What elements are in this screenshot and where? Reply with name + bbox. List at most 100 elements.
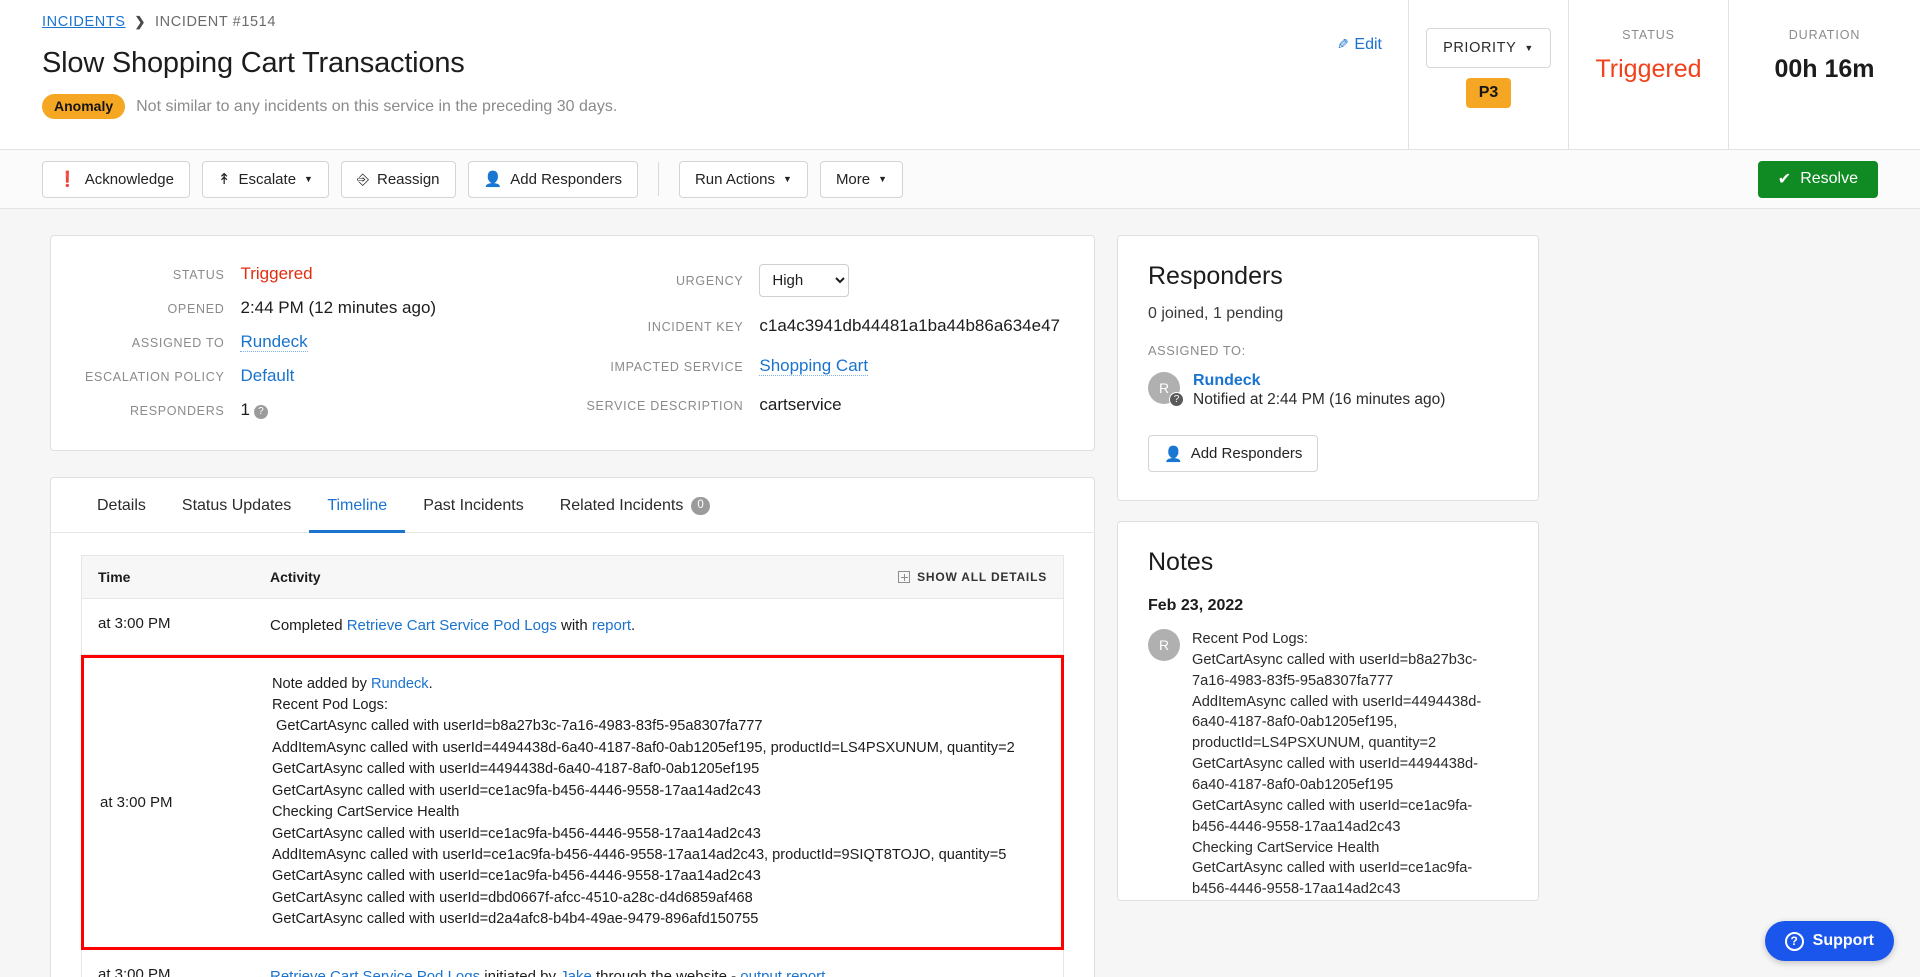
- tab-timeline[interactable]: Timeline: [309, 478, 406, 533]
- duration-cell: DURATION 00h 16m: [1728, 0, 1920, 149]
- priority-cell: PRIORITY ▼ P3: [1408, 0, 1568, 149]
- tab-related-incidents[interactable]: Related Incidents 0: [542, 478, 728, 533]
- timeline-row-activity: Note added by Rundeck. Recent Pod Logs: G…: [272, 674, 1045, 931]
- detail-value: Default: [240, 366, 586, 386]
- sidebar-column: Responders 0 joined, 1 pending ASSIGNED …: [1117, 235, 1539, 977]
- page-header: INCIDENTS ❯ INCIDENT #1514 Slow Shopping…: [0, 0, 1920, 150]
- user-plus-icon: 👤: [1164, 445, 1183, 463]
- activity-link[interactable]: report: [592, 617, 631, 634]
- notes-date: Feb 23, 2022: [1148, 597, 1244, 614]
- detail-value: c1a4c3941db44481a1ba44b86a634e47: [759, 316, 1060, 336]
- log-line: Checking CartService Health: [272, 804, 460, 821]
- priority-label: PRIORITY: [1443, 40, 1517, 56]
- activity-link[interactable]: Retrieve Cart Service Pod Logs: [347, 617, 557, 634]
- activity-text: through the website -: [591, 967, 741, 977]
- detail-value: cartservice: [759, 394, 842, 414]
- help-icon[interactable]: ?: [253, 404, 268, 419]
- sidebar-add-responders-button[interactable]: 👤 Add Responders: [1148, 435, 1319, 472]
- detail-label: ASSIGNED TO: [131, 336, 225, 350]
- detail-value-link[interactable]: Default: [240, 366, 294, 385]
- log-line: GetCartAsync called with userId=4494438d…: [272, 761, 760, 778]
- duration-label: DURATION: [1788, 28, 1861, 42]
- timeline-row: at 3:00 PM Note added by Rundeck. Recent P…: [81, 654, 1064, 950]
- tab-status-updates[interactable]: Status Updates: [164, 478, 309, 533]
- activity-link[interactable]: output report: [740, 968, 825, 977]
- log-line: GetCartAsync called with userId=b8a27b3c…: [272, 718, 763, 735]
- details-right-column: URGENCY HighLow INCIDENT KEY c1a4c3941db444…: [587, 264, 1060, 420]
- pencil-icon: ✎: [1336, 36, 1349, 52]
- anomaly-row: Anomaly Not similar to any incidents on …: [42, 94, 1218, 119]
- timeline-row-time: at 3:00 PM: [98, 615, 171, 632]
- run-actions-button[interactable]: Run Actions ▼: [678, 160, 808, 198]
- activity-link[interactable]: Retrieve Cart Service Pod Logs: [270, 968, 480, 977]
- add-responders-button[interactable]: 👤 Add Responders: [467, 160, 638, 198]
- breadcrumb-incidents-link[interactable]: INCIDENTS: [42, 14, 126, 30]
- note-suffix: .: [428, 675, 433, 692]
- activity-link[interactable]: Jake: [560, 968, 592, 977]
- timeline-row-time: at 3:00 PM: [100, 793, 173, 811]
- timeline-col-activity: Activity: [270, 569, 321, 585]
- tab-details[interactable]: Details: [79, 478, 164, 533]
- timeline-row: at 3:00 PM Retrieve Cart Service Pod Logs…: [81, 949, 1064, 977]
- add-responders-label: Add Responders: [510, 170, 622, 188]
- urgency-select[interactable]: HighLow: [759, 264, 850, 297]
- timeline-col-time: Time: [98, 569, 131, 585]
- acknowledge-button[interactable]: ❗ Acknowledge: [42, 160, 190, 198]
- escalate-button[interactable]: ↟ Escalate ▼: [201, 160, 329, 198]
- main-column: STATUS Triggered OPENED 2:44 PM (12 minutes…: [50, 235, 1095, 977]
- support-label: Support: [1812, 932, 1874, 949]
- timeline-row-time: at 3:00 PM: [98, 965, 171, 977]
- tabs-card: Details Status Updates Timeline Past Incide…: [50, 477, 1095, 977]
- incident-page: INCIDENTS ❯ INCIDENT #1514 Slow Shopping…: [0, 0, 1920, 977]
- tab-bar: Details Status Updates Timeline Past Incide…: [51, 478, 1094, 533]
- timeline-row-activity: Retrieve Cart Service Pod Logs initiated…: [270, 966, 1047, 977]
- detail-label: IMPACTED SERVICE: [610, 359, 744, 374]
- tab-past-incidents[interactable]: Past Incidents: [405, 478, 542, 533]
- log-line: GetCartAsync called with userId=ce1ac9fa…: [272, 825, 761, 842]
- activity-text: initiated by: [480, 967, 561, 977]
- chevron-down-icon: ▼: [304, 173, 313, 184]
- priority-dropdown[interactable]: PRIORITY ▼: [1426, 28, 1551, 68]
- log-line: GetCartAsync called with userId=d2a4afc8…: [272, 911, 759, 928]
- log-line: GetCartAsync called with userId=ce1ac9fa…: [272, 868, 761, 885]
- duration-value: 00h 16m: [1774, 55, 1875, 83]
- acknowledge-label: Acknowledge: [84, 170, 174, 188]
- more-button[interactable]: More ▼: [819, 160, 904, 198]
- activity-text: Completed: [270, 617, 347, 634]
- activity-text: with: [556, 617, 592, 634]
- timeline-row-activity: Completed Retrieve Cart Service Pod Logs…: [270, 615, 1047, 638]
- responder-item: R ? Rundeck Notified at 2:44 PM (16 minu…: [1148, 372, 1508, 409]
- detail-label: OPENED: [167, 302, 225, 316]
- detail-value: 2:44 PM (12 minutes ago): [240, 298, 437, 317]
- reassign-button[interactable]: ⎆ Reassign: [340, 160, 456, 198]
- show-all-details-button[interactable]: SHOW ALL DETAILS: [898, 570, 1047, 584]
- edit-area: ✎ Edit: [1218, 0, 1408, 149]
- note-author-link[interactable]: Rundeck: [371, 676, 429, 692]
- tab-label: Status Updates: [181, 497, 292, 514]
- detail-label: INCIDENT KEY: [647, 320, 744, 335]
- tab-label: Related Incidents: [559, 497, 684, 514]
- note-body: Recent Pod Logs: GetCartAsync called wit…: [1192, 631, 1482, 898]
- detail-value: Rundeck: [240, 332, 586, 352]
- breadcrumb: INCIDENTS ❯ INCIDENT #1514: [42, 14, 1218, 30]
- detail-value-link[interactable]: Rundeck: [240, 332, 308, 352]
- page-body: STATUS Triggered OPENED 2:44 PM (12 minutes…: [0, 209, 1920, 977]
- timeline-section: Time Activity SHOW ALL DETAILS at 3:00 P…: [51, 533, 1094, 977]
- notes-card: Notes Feb 23, 2022 R Recent Pod Logs: Ge…: [1117, 521, 1539, 901]
- more-label: More: [835, 170, 871, 188]
- priority-badge: P3: [1465, 78, 1512, 108]
- responder-name-link[interactable]: Rundeck: [1193, 372, 1445, 390]
- resolve-button[interactable]: ✔ Resolve: [1757, 160, 1878, 198]
- edit-button[interactable]: ✎ Edit: [1337, 36, 1382, 54]
- resolve-label: Resolve: [1800, 170, 1858, 187]
- note-item: R Recent Pod Logs: GetCartAsync called w…: [1148, 629, 1508, 900]
- log-line: AddItemAsync called with userId=4494438d…: [272, 739, 1015, 756]
- breadcrumb-current: INCIDENT #1514: [155, 14, 277, 30]
- add-responders-wrap: 👤 Add Responders: [1148, 435, 1508, 472]
- log-title: Recent Pod Logs:: [272, 696, 389, 713]
- anomaly-badge: Anomaly: [42, 94, 126, 119]
- support-button[interactable]: ? Support: [1764, 921, 1894, 961]
- header-left: INCIDENTS ❯ INCIDENT #1514 Slow Shopping…: [0, 0, 1218, 149]
- detail-value-link[interactable]: Shopping Cart: [759, 355, 869, 376]
- chevron-down-icon: ▼: [1524, 42, 1534, 53]
